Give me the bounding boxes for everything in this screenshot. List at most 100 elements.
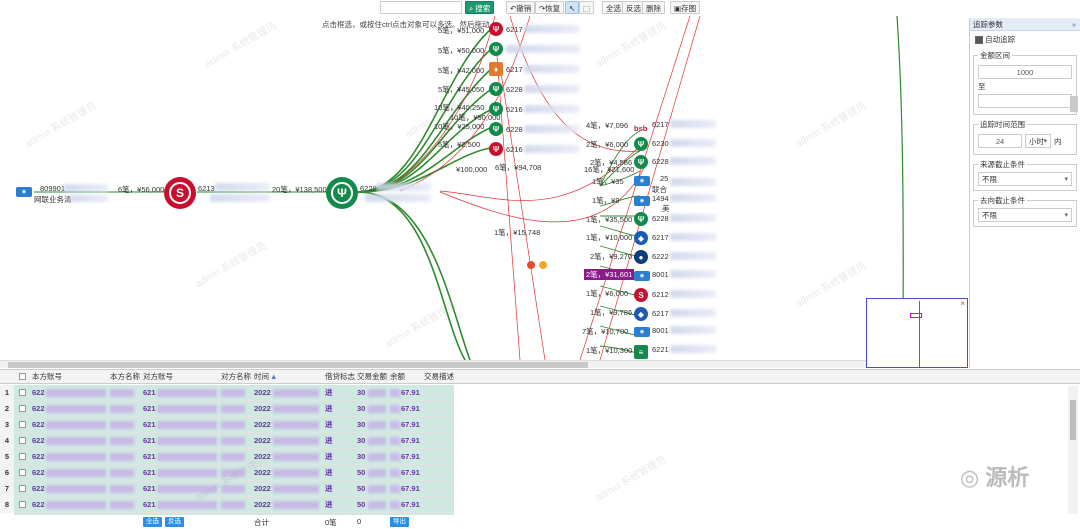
payment-gateway-icon[interactable]: ◉ xyxy=(634,327,650,337)
source-stop-value: 不限 xyxy=(982,175,997,184)
row-checkbox[interactable] xyxy=(19,453,26,460)
cell-counterparty: 621 xyxy=(143,484,156,493)
node-account: 8001 xyxy=(652,326,669,335)
checkbox-checked-icon[interactable] xyxy=(975,36,983,45)
dest-stop-select[interactable]: 不限 ▾ xyxy=(978,208,1072,222)
bank-icon-green[interactable]: Ψ xyxy=(326,177,358,209)
table-row[interactable]: 7 622 621 2022 进 50 67.91 xyxy=(0,481,454,497)
source-stop-select[interactable]: 不限 ▾ xyxy=(978,172,1072,186)
payment-gateway-icon[interactable]: ◉ xyxy=(634,196,650,206)
redacted-text xyxy=(670,178,716,186)
table-row[interactable]: 3 622 621 2022 进 30 67.91 xyxy=(0,417,454,433)
scrollbar-thumb[interactable] xyxy=(8,362,588,368)
collapse-icon[interactable]: » xyxy=(1072,18,1076,31)
graph-canvas[interactable]: admin 系统管理员 admin 系统管理员 admin 系统管理员 admi… xyxy=(0,16,958,360)
col-header[interactable]: 余额 xyxy=(390,370,405,384)
table-row[interactable]: 4 622 621 2022 进 30 67.91 xyxy=(0,433,454,449)
bank-icon-green[interactable]: Ψ xyxy=(489,42,503,56)
grid-header: 本方账号 本方名称 对方账号 对方名称 时间 ▲ 借贷标志 交易金额 余额 交易… xyxy=(0,370,1080,384)
col-header[interactable]: 借贷标志 xyxy=(325,370,355,384)
minimap[interactable]: × xyxy=(866,298,968,368)
bank-icon-green[interactable]: Ψ xyxy=(634,212,648,226)
table-row[interactable]: 2 622 621 2022 进 30 67.91 xyxy=(0,401,454,417)
row-checkbox[interactable] xyxy=(19,389,26,396)
close-icon[interactable]: × xyxy=(960,299,965,308)
bank-icon-red[interactable]: Ψ xyxy=(489,142,503,156)
search-button[interactable]: ⌕ 搜索 xyxy=(465,1,495,14)
bank-icon-orange[interactable]: ♦ xyxy=(489,62,503,76)
col-header[interactable]: 本方账号 xyxy=(32,370,62,384)
export-button[interactable]: 导出 xyxy=(390,517,409,527)
bank-icon-green[interactable]: ≡ xyxy=(634,345,648,359)
col-header[interactable]: 对方账号 xyxy=(143,370,173,384)
node-account: 6228 xyxy=(652,157,669,166)
edge-label: 1笔，¥6,000 xyxy=(586,289,629,298)
edge-label: 20笔，¥138,500 xyxy=(272,185,327,194)
row-checkbox[interactable] xyxy=(19,501,26,508)
node-account: 8001 xyxy=(652,270,669,279)
table-row[interactable]: 8 622 621 2022 进 50 67.91 xyxy=(0,497,454,513)
col-header[interactable]: 时间 xyxy=(254,370,269,384)
panel-scrollbar-thumb[interactable] xyxy=(1070,96,1078,112)
time-value-input[interactable]: 24 xyxy=(978,134,1022,148)
bank-icon-green[interactable]: Ψ xyxy=(489,82,503,96)
undo-button[interactable]: ↶撤销 xyxy=(506,1,536,14)
bank-icon-green[interactable]: Ψ xyxy=(489,122,503,136)
bank-icon-green[interactable]: Ψ xyxy=(489,102,503,116)
table-row[interactable]: 5 622 621 2022 进 30 67.91 xyxy=(0,449,454,465)
bank-icon-red[interactable]: S xyxy=(634,288,648,302)
row-checkbox[interactable] xyxy=(19,437,26,444)
bank-icon-navy[interactable]: ● xyxy=(634,250,648,264)
bank-icon-blue[interactable]: ◆ xyxy=(634,307,648,321)
footer-invert-button[interactable]: 反选 xyxy=(165,517,184,527)
select-all-checkbox[interactable] xyxy=(19,373,26,380)
node-account: 6217 xyxy=(652,233,669,242)
sort-asc-icon[interactable]: ▲ xyxy=(270,370,277,384)
chevron-down-icon: ▾ xyxy=(1043,138,1047,145)
redo-button[interactable]: ↷恢复 xyxy=(535,1,565,14)
payment-gateway-icon[interactable]: ◉ xyxy=(634,176,650,186)
delete-button[interactable]: 删除 xyxy=(642,1,665,14)
row-checkbox[interactable] xyxy=(19,485,26,492)
redacted-text xyxy=(273,453,319,461)
row-number: 1 xyxy=(0,385,14,401)
row-checkbox[interactable] xyxy=(19,469,26,476)
scrollbar-thumb[interactable] xyxy=(1070,400,1076,440)
bank-icon-blue[interactable]: ◆ xyxy=(634,231,648,245)
bank-icon-red[interactable]: Ψ xyxy=(489,22,503,36)
amount-from-input[interactable]: 1000 xyxy=(978,65,1072,79)
bank-icon-green[interactable]: Ψ xyxy=(634,155,648,169)
edge-label: 5笔，¥45,050 xyxy=(438,85,485,94)
graph-horizontal-scrollbar[interactable] xyxy=(0,360,958,368)
bank-icon-green[interactable]: Ψ xyxy=(634,137,648,151)
table-row[interactable]: 1 622 621 2022 进 30 67.91 xyxy=(0,385,454,401)
footer-select-all-button[interactable]: 全选 xyxy=(143,517,162,527)
bank-icon-red[interactable]: S xyxy=(164,177,196,209)
box-select-tool-button[interactable]: ⬚ xyxy=(579,1,595,14)
col-header[interactable]: 本方名称 xyxy=(110,370,140,384)
minimap-viewport[interactable] xyxy=(910,313,922,318)
row-checkbox[interactable] xyxy=(19,421,26,428)
wechat-icon: ◎ xyxy=(960,465,980,490)
amount-to-input[interactable] xyxy=(978,94,1072,108)
save-image-button[interactable]: ▣存图 xyxy=(670,1,701,14)
save-image-label: 存图 xyxy=(681,4,697,13)
grid-vertical-scrollbar[interactable] xyxy=(1068,386,1078,514)
redacted-text xyxy=(215,183,270,191)
payment-gateway-icon[interactable]: ◉ xyxy=(634,271,650,281)
auto-trace-row[interactable]: 自动追踪 xyxy=(970,31,1080,48)
source-stop-group: 来源截止条件 不限 ▾ xyxy=(973,159,1077,191)
table-row[interactable]: 6 622 621 2022 进 50 67.91 xyxy=(0,465,454,481)
pointer-tool-button[interactable]: ↖ xyxy=(565,1,580,14)
time-unit-select[interactable]: 小时 ▾ xyxy=(1025,134,1051,148)
redacted-text xyxy=(368,437,386,445)
search-input[interactable] xyxy=(380,1,462,14)
left-node-name: 网联业务清 xyxy=(34,195,72,204)
row-checkbox[interactable] xyxy=(19,405,26,412)
col-header[interactable]: 对方名称 xyxy=(221,370,251,384)
col-header[interactable]: 交易描述 xyxy=(424,370,454,384)
col-header[interactable]: 交易金额 xyxy=(357,370,387,384)
payment-gateway-icon[interactable]: ◉ xyxy=(16,187,32,197)
cell-balance: 67.91 xyxy=(401,388,420,397)
node-account: 6228 xyxy=(506,85,523,94)
